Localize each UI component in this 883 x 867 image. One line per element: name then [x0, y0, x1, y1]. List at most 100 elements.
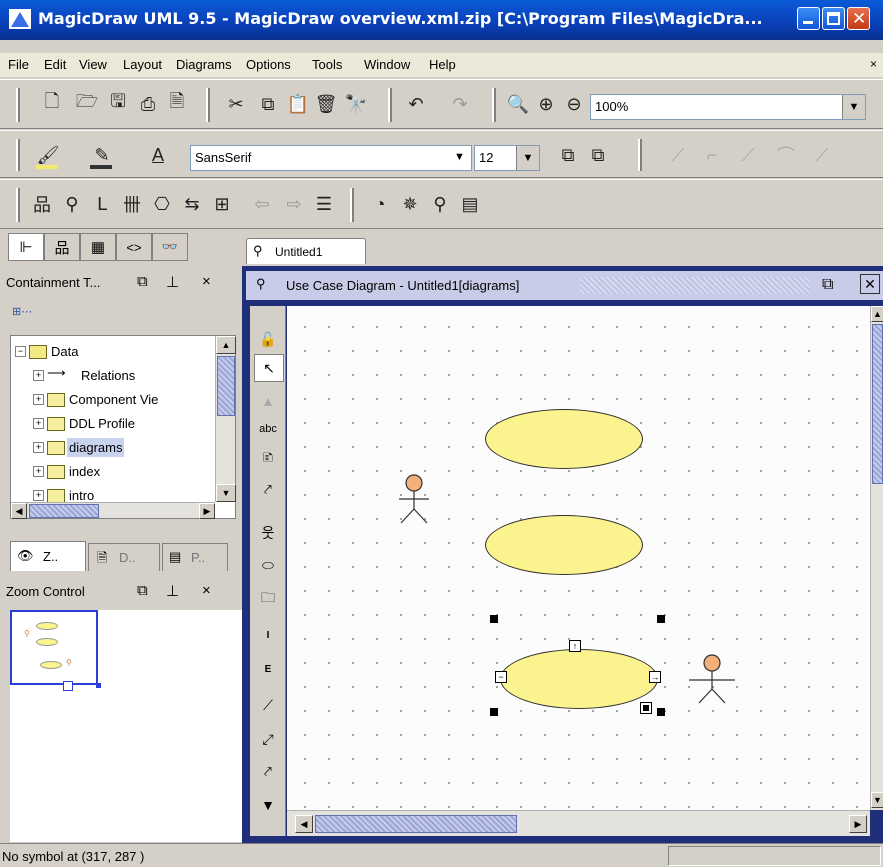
web-icon[interactable]: ✵ — [398, 192, 422, 216]
containment-tab-icon[interactable]: ⊩ — [8, 233, 44, 261]
sequence-diagram-icon[interactable]: ⇆ — [180, 192, 204, 216]
text-color-icon[interactable]: A — [146, 143, 170, 167]
menu-layout[interactable]: Layout — [123, 57, 162, 72]
panel-close-icon[interactable]: × — [202, 273, 211, 290]
menu-edit[interactable]: Edit — [44, 57, 66, 72]
forward-icon[interactable]: ⇨ — [282, 192, 306, 216]
panel-close-icon[interactable]: × — [202, 582, 211, 599]
pen-color-icon[interactable]: ✎ — [90, 143, 114, 167]
zoom-fit-icon[interactable]: 🔍 — [506, 92, 530, 116]
close-button[interactable]: ✕ — [847, 7, 870, 30]
menu-view[interactable]: View — [79, 57, 107, 72]
menu-help[interactable]: Help — [429, 57, 456, 72]
tree-vertical-scrollbar[interactable]: ▲ ▼ — [215, 336, 236, 502]
send-back-icon[interactable]: ⧉ — [586, 143, 610, 167]
code-tab-icon[interactable]: <> — [116, 233, 152, 261]
actor-figure[interactable] — [387, 471, 441, 531]
anchor-line-icon[interactable]: ⤤ — [254, 476, 282, 502]
actor-search-icon[interactable]: ⚲ — [428, 192, 452, 216]
scroll-thumb[interactable] — [315, 815, 517, 833]
use-case-ellipse[interactable] — [485, 515, 643, 575]
delete-icon[interactable]: 🗑 — [314, 92, 338, 116]
scroll-right-icon[interactable]: ▶ — [849, 815, 867, 833]
connector-right-icon[interactable]: → — [649, 671, 661, 683]
toolbar-grip[interactable] — [16, 88, 20, 122]
scroll-down-icon[interactable]: ▼ — [871, 792, 883, 808]
class-diagram-icon[interactable]: 品 — [30, 192, 54, 216]
selection-arrow-icon[interactable]: ↖ — [254, 354, 284, 382]
collaboration-diagram-icon[interactable]: ⎔ — [150, 192, 174, 216]
tree-horizontal-scrollbar[interactable]: ◀ ▶ — [11, 502, 215, 519]
connector-top-icon[interactable]: ↑ — [569, 640, 581, 652]
collapse-icon[interactable]: − — [15, 346, 26, 357]
line-style-icon[interactable]: ⟋ — [666, 143, 690, 167]
scroll-thumb[interactable] — [217, 356, 235, 416]
diagrams-tab-icon[interactable]: ▦ — [80, 233, 116, 261]
maximize-button[interactable] — [822, 7, 845, 30]
extend-icon[interactable]: E — [254, 656, 282, 682]
back-icon[interactable]: ⇦ — [250, 192, 274, 216]
menu-file[interactable]: File — [8, 57, 29, 72]
pin-icon[interactable]: ⊥ — [166, 582, 179, 600]
search-tab-icon[interactable]: 👓 — [152, 233, 188, 261]
resize-handle[interactable] — [490, 708, 498, 716]
text-box-icon[interactable]: abc — [254, 416, 282, 442]
print-preview-icon[interactable]: 🗎 — [165, 91, 189, 116]
bring-front-icon[interactable]: ⧉ — [556, 143, 580, 167]
resize-corner-icon[interactable] — [640, 702, 652, 714]
find-icon[interactable]: 🔭 — [344, 92, 368, 116]
use-case-ellipse-selected[interactable] — [500, 649, 658, 709]
menu-options[interactable]: Options — [246, 57, 291, 72]
minimize-button[interactable] — [797, 7, 820, 30]
use-case-ellipse[interactable] — [485, 409, 643, 469]
menu-window[interactable]: Window — [364, 57, 410, 72]
scroll-right-icon[interactable]: ▶ — [199, 503, 215, 519]
tab-zoom[interactable]: 👁 Z.. — [10, 541, 86, 571]
lock-icon[interactable]: 🔓 — [254, 326, 282, 352]
undock-icon[interactable]: ⧉ — [822, 276, 833, 294]
expand-icon[interactable]: + — [33, 490, 44, 501]
use-case-icon[interactable]: ⬭ — [254, 552, 282, 578]
print-icon[interactable]: ⎙ — [136, 92, 160, 116]
bezier-line-icon[interactable]: ⌒ — [774, 143, 798, 167]
font-combo-chevron-icon[interactable]: ▼ — [454, 151, 465, 163]
reset-line-icon[interactable]: ⟋ — [810, 143, 834, 167]
resize-handle[interactable] — [657, 615, 665, 623]
association-icon[interactable]: ⟋ — [254, 692, 282, 718]
use-case-diagram-icon[interactable]: ⚲ — [60, 192, 84, 216]
dependency-icon[interactable]: ⤤ — [254, 758, 282, 784]
statechart-icon[interactable]: ᒪ — [90, 192, 114, 216]
cut-icon[interactable]: ✂ — [224, 92, 248, 116]
report-icon[interactable]: ▤ — [458, 192, 482, 216]
zoom-out-icon[interactable]: ⊖ — [562, 92, 586, 116]
menu-tools[interactable]: Tools — [312, 57, 342, 72]
generalization-icon[interactable]: ⤢ — [254, 726, 282, 752]
clock-icon[interactable]: ◔ — [368, 192, 392, 216]
inheritance-tab-icon[interactable]: 品 — [44, 233, 80, 261]
note-icon[interactable]: 🗈 — [254, 446, 282, 472]
scroll-down-icon[interactable]: ▼ — [216, 484, 236, 502]
chevron-down-icon[interactable]: ▼ — [516, 146, 539, 170]
redo-icon[interactable]: ↷ — [448, 92, 472, 116]
resize-handle[interactable] — [657, 708, 665, 716]
paste-icon[interactable]: 📋 — [286, 92, 310, 116]
canvas-vertical-scrollbar[interactable]: ▲ ▼ — [870, 306, 883, 810]
resize-handle[interactable] — [490, 615, 498, 623]
menubar-close-icon[interactable]: × — [870, 57, 877, 71]
tab-documentation[interactable]: 🗎 D.. — [88, 543, 160, 571]
actor-icon[interactable]: 웃 — [254, 520, 282, 546]
component-diagram-icon[interactable]: ⊞ — [210, 192, 234, 216]
actor-figure[interactable] — [685, 651, 739, 711]
open-folder-icon[interactable]: 🗁 — [75, 91, 99, 116]
pin-icon[interactable]: ⊥ — [166, 273, 179, 291]
properties-icon[interactable]: ☰ — [312, 192, 336, 216]
tab-untitled1[interactable]: ⚲ Untitled1 — [246, 238, 366, 264]
include-icon[interactable]: I — [254, 622, 282, 648]
scroll-left-icon[interactable]: ◀ — [11, 503, 27, 519]
expand-icon[interactable]: + — [33, 466, 44, 477]
package-icon[interactable]: 🗀 — [254, 586, 282, 612]
fill-color-icon[interactable]: 🖌 — [36, 143, 60, 167]
font-size-combo[interactable]: 12 ▼ — [474, 145, 540, 171]
float-icon[interactable]: ⧉ — [137, 273, 148, 290]
chevron-down-icon[interactable]: ▼ — [842, 95, 865, 119]
